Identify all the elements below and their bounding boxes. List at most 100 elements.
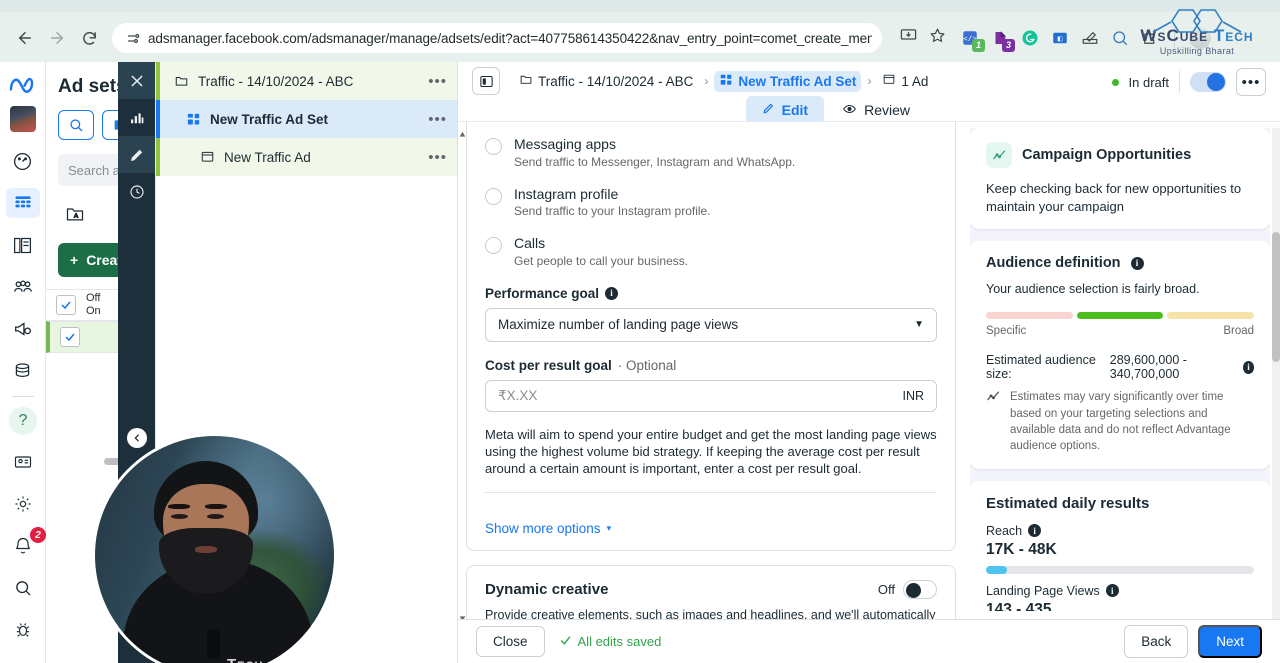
- breadcrumb-campaign[interactable]: Traffic - 14/10/2024 - ABC: [514, 71, 698, 91]
- pencil-icon: [762, 102, 775, 118]
- sidebar-item-overview[interactable]: [6, 146, 40, 176]
- bar-chart-icon[interactable]: [118, 99, 155, 136]
- row-checkbox[interactable]: [56, 295, 76, 315]
- cost-per-result-label: Cost per result goal · Optional: [485, 358, 937, 373]
- chevron-down-icon: ▼: [914, 319, 924, 330]
- dynamic-creative-header: Dynamic creative Off: [485, 579, 937, 599]
- editor-more-menu[interactable]: •••: [1236, 68, 1266, 96]
- settings-button[interactable]: [6, 489, 40, 519]
- row-label-line2: On: [86, 305, 101, 317]
- audience-estimate-note-text: Estimates may vary significantly over ti…: [1010, 391, 1231, 453]
- back-arrow-icon[interactable]: [10, 23, 40, 53]
- estimated-audience-size-value: 289,600,000 - 340,700,000: [1109, 353, 1187, 382]
- site-settings-icon[interactable]: [122, 31, 144, 46]
- breadcrumb-ad[interactable]: 1 Ad: [877, 71, 933, 91]
- notifications-button[interactable]: 2: [6, 527, 46, 561]
- audience-meter-label-broad: Broad: [1223, 325, 1254, 338]
- dynamic-creative-card: Dynamic creative Off Provide creative el…: [466, 564, 956, 622]
- tree-item-adset[interactable]: New Traffic Ad Set •••: [156, 100, 457, 138]
- help-button[interactable]: ?: [9, 407, 37, 435]
- close-icon[interactable]: [118, 62, 155, 99]
- reach-label-text: Reach: [986, 523, 1023, 538]
- tree-item-campaign[interactable]: Traffic - 14/10/2024 - ABC •••: [156, 62, 457, 100]
- code-extension-icon[interactable]: </> 1: [960, 28, 985, 52]
- sidebar-item-campaigns[interactable]: [5, 188, 40, 218]
- webcam-bubble: Tech: [92, 433, 337, 663]
- audience-definition-card: Audience definition i Your audience sele…: [970, 241, 1270, 469]
- show-more-options-link[interactable]: Show more options ▾: [467, 509, 955, 550]
- dynamic-creative-toggle[interactable]: [903, 579, 937, 599]
- tree-item-ad[interactable]: New Traffic Ad •••: [156, 138, 457, 176]
- pencil-icon[interactable]: [118, 136, 155, 173]
- reload-icon[interactable]: [74, 23, 104, 53]
- tab-review[interactable]: Review: [842, 102, 910, 119]
- radio-option-messaging-apps[interactable]: Messaging apps Send traffic to Messenger…: [485, 136, 937, 169]
- meta-logo[interactable]: [6, 70, 40, 100]
- adset-active-toggle[interactable]: [1190, 72, 1226, 92]
- tree-item-campaign-label: Traffic - 14/10/2024 - ABC: [198, 73, 354, 89]
- radio-button[interactable]: [485, 187, 502, 205]
- clock-icon[interactable]: [118, 173, 155, 210]
- insights-scrollbar-track[interactable]: [1272, 128, 1280, 626]
- translate-extension-icon[interactable]: ◧: [1050, 28, 1070, 48]
- webcam-shirt-text: Tech: [227, 656, 263, 663]
- next-button[interactable]: Next: [1198, 625, 1262, 658]
- estimated-daily-results-card: Estimated daily results Reach i 17K - 48…: [970, 480, 1270, 625]
- performance-goal-select[interactable]: Maximize number of landing page views ▼: [485, 307, 937, 342]
- forward-arrow-icon[interactable]: [42, 23, 72, 53]
- close-button[interactable]: Close: [476, 626, 545, 657]
- sidebar-item-ads[interactable]: [6, 314, 40, 344]
- sidebar-item-audiences[interactable]: [6, 272, 40, 302]
- back-button[interactable]: Back: [1124, 625, 1189, 658]
- tab-edit[interactable]: Edit: [745, 96, 825, 124]
- grammarly-extension-icon[interactable]: [1020, 28, 1040, 48]
- notes-extension-icon[interactable]: [1080, 28, 1100, 48]
- search-button[interactable]: [6, 573, 40, 603]
- rail-bottom-group: ? 2: [0, 392, 46, 657]
- adsets-search-icon[interactable]: [58, 110, 94, 140]
- trend-chart-icon: [986, 142, 1012, 168]
- audience-definition-title: Audience definition: [986, 255, 1121, 272]
- star-icon[interactable]: [929, 27, 946, 49]
- eye-icon: [842, 102, 857, 119]
- avatar[interactable]: [9, 106, 36, 132]
- cost-per-result-input[interactable]: ₹X.XX INR: [485, 379, 937, 412]
- radio-option-subtitle: Send traffic to your Instagram profile.: [514, 204, 711, 218]
- performance-goal-value: Maximize number of landing page views: [498, 317, 739, 332]
- breadcrumb-adset[interactable]: New Traffic Ad Set: [714, 70, 862, 92]
- sidebar-item-billing[interactable]: [6, 356, 40, 386]
- status-divider: [1179, 71, 1180, 93]
- campaign-opportunities-title: Campaign Opportunities: [1022, 147, 1192, 163]
- info-icon[interactable]: i: [1105, 584, 1119, 598]
- tree-item-ad-menu[interactable]: •••: [428, 149, 447, 166]
- news-button[interactable]: [6, 447, 40, 477]
- install-app-icon[interactable]: [900, 27, 917, 49]
- radio-button[interactable]: [485, 237, 502, 254]
- dynamic-creative-toggle-state: Off: [877, 581, 895, 597]
- side-panel-toggle-icon[interactable]: [472, 67, 500, 95]
- insights-scrollbar-thumb[interactable]: [1272, 232, 1280, 362]
- radio-option-calls[interactable]: Calls Get people to call your business.: [485, 235, 937, 268]
- info-icon[interactable]: i: [1028, 524, 1042, 538]
- cost-per-result-label-text: Cost per result goal: [485, 357, 612, 373]
- clipboard-extension-icon[interactable]: 3: [990, 28, 1015, 52]
- radio-option-instagram-profile[interactable]: Instagram profile Send traffic to your I…: [485, 186, 937, 218]
- info-icon[interactable]: i: [605, 286, 619, 300]
- info-icon[interactable]: i: [1130, 256, 1144, 270]
- breadcrumb: Traffic - 14/10/2024 - ABC › New Traffic…: [514, 68, 933, 94]
- audience-meter-segment-broad: [1167, 312, 1255, 320]
- tree-item-campaign-menu[interactable]: •••: [428, 73, 447, 90]
- radio-button[interactable]: [485, 138, 502, 155]
- scroll-up-arrow-icon[interactable]: [458, 130, 466, 138]
- sidebar-item-library[interactable]: [6, 230, 40, 260]
- address-bar[interactable]: adsmanager.facebook.com/adsmanager/manag…: [112, 23, 882, 53]
- tree-item-ad-label: New Traffic Ad: [224, 149, 311, 165]
- tree-item-adset-label: New Traffic Ad Set: [210, 111, 329, 127]
- logo-tagline: Upskilling Bharat: [1159, 46, 1235, 56]
- tree-item-adset-menu[interactable]: •••: [428, 111, 447, 128]
- info-icon[interactable]: i: [1242, 360, 1254, 374]
- check-icon: [559, 634, 572, 650]
- row-checkbox[interactable]: [60, 327, 80, 347]
- radio-option-title: Calls: [514, 235, 546, 251]
- report-bug-button[interactable]: [6, 615, 40, 645]
